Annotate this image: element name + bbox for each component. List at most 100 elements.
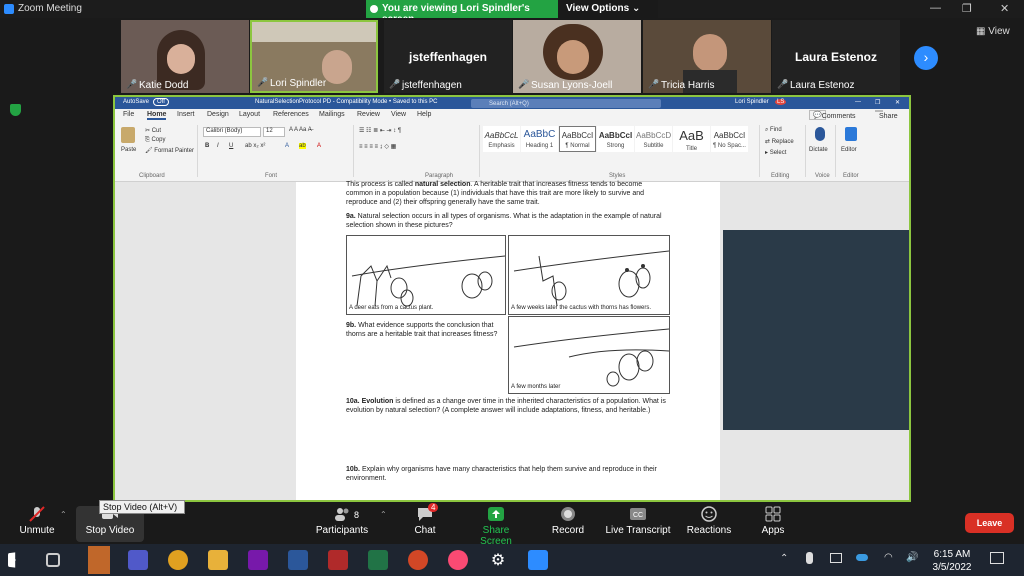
close-icon[interactable]: ✕: [1000, 2, 1009, 15]
paste-button[interactable]: Paste: [121, 147, 136, 153]
grow-shrink-font-icon[interactable]: A A Aa A̶: [289, 127, 312, 133]
itunes-icon[interactable]: [448, 550, 468, 570]
windows-start-icon[interactable]: [8, 552, 16, 568]
microphone-tray-icon[interactable]: [806, 552, 813, 564]
task-view-icon[interactable]: [46, 553, 60, 567]
word-minimize-icon[interactable]: —: [855, 99, 861, 105]
chrome-icon[interactable]: [168, 550, 188, 570]
participant-tile-lori[interactable]: 🎤 Lori Spindler: [250, 20, 378, 93]
style-title[interactable]: AaB Title: [673, 126, 710, 152]
user-avatar[interactable]: LS: [775, 99, 787, 105]
editor-button[interactable]: Editor: [841, 147, 857, 153]
question-9b: 9b. What evidence supports the conclusio…: [346, 321, 506, 339]
dictate-button[interactable]: Dictate: [809, 147, 828, 153]
audio-options-chevron-icon[interactable]: ⌃: [60, 510, 67, 519]
restore-icon[interactable]: ❐: [962, 2, 972, 15]
microphone-icon[interactable]: [815, 127, 825, 141]
tab-mailings[interactable]: Mailings: [319, 111, 345, 118]
clock-time: 6:15 AM: [933, 549, 971, 560]
tab-references[interactable]: References: [273, 111, 309, 118]
font-size-select[interactable]: 12: [263, 127, 285, 137]
zoom-taskbar-icon[interactable]: [528, 550, 548, 570]
speaker-icon[interactable]: 🔊: [906, 552, 918, 563]
settings-gear-icon[interactable]: ⚙: [488, 550, 508, 570]
style-strong[interactable]: AaBbCcI Strong: [597, 126, 634, 152]
apps-button[interactable]: Apps: [758, 506, 788, 536]
tab-review[interactable]: Review: [357, 111, 380, 118]
style-sample: AaBbCcI: [713, 131, 746, 140]
onedrive-icon[interactable]: [856, 554, 868, 561]
underline-button[interactable]: U: [229, 143, 233, 149]
tab-home[interactable]: Home: [147, 111, 167, 120]
battery-icon[interactable]: [830, 553, 842, 563]
align-buttons-icon[interactable]: ≡ ≡ ≡ ≡ ↨ ◇ ▦: [359, 143, 396, 150]
list-buttons-icon[interactable]: ☰ ☷ ≣ ⇤ ⇥ ↕ ¶: [359, 127, 401, 134]
live-transcript-label: Live Transcript: [605, 525, 671, 536]
word-restore-icon[interactable]: ❐: [875, 99, 880, 106]
view-button[interactable]: ▦ View: [976, 26, 1010, 37]
onenote-icon[interactable]: [248, 550, 268, 570]
word-icon[interactable]: [288, 550, 308, 570]
taskbar-clock[interactable]: 6:15 AM 3/5/2022: [926, 548, 978, 574]
unmute-button[interactable]: Unmute: [18, 506, 56, 536]
share-screen-button[interactable]: Share Screen: [466, 506, 526, 547]
italic-button[interactable]: I: [217, 143, 219, 149]
view-options-button[interactable]: View Options ⌄: [566, 3, 640, 14]
text-effects-icon[interactable]: A: [285, 143, 289, 149]
participant-tile-katie[interactable]: 🎤 Katie Dodd: [121, 20, 249, 93]
minimize-icon[interactable]: —: [930, 2, 941, 14]
participant-tile-jsteffenhagen[interactable]: jsteffenhagen 🎤 jsteffenhagen: [384, 20, 512, 93]
reactions-button[interactable]: Reactions: [684, 506, 734, 536]
tab-view[interactable]: View: [391, 111, 406, 118]
highlight-icon[interactable]: ab: [299, 143, 306, 149]
editor-icon[interactable]: [845, 127, 857, 141]
style-normal[interactable]: AaBbCcI ¶ Normal: [559, 126, 596, 152]
style-heading-1[interactable]: AaBbC Heading 1: [521, 126, 558, 152]
style-emphasis[interactable]: AaBbCcL Emphasis: [483, 126, 520, 152]
strikethrough-icon[interactable]: ab x₂ x²: [245, 143, 265, 149]
font-name-select[interactable]: Calibri (Body): [203, 127, 261, 137]
participants-options-chevron-icon[interactable]: ⌃: [380, 510, 387, 519]
show-hidden-icons-chevron-icon[interactable]: ⌃: [780, 553, 788, 564]
file-explorer-icon[interactable]: [208, 550, 228, 570]
participants-button[interactable]: Participants: [314, 506, 370, 536]
tab-file[interactable]: File: [123, 111, 134, 118]
autosave-toggle[interactable]: Off: [153, 98, 169, 106]
tab-layout[interactable]: Layout: [239, 111, 260, 118]
participant-tile-susan[interactable]: 🎤 Susan Lyons-Joell: [513, 20, 641, 93]
bold-term: natural selection: [414, 181, 471, 188]
font-color-icon[interactable]: A: [317, 143, 321, 149]
snipping-tool-icon[interactable]: [328, 550, 348, 570]
find-button[interactable]: ⌕ Find: [765, 127, 782, 134]
teams-icon[interactable]: [128, 550, 148, 570]
tab-help[interactable]: Help: [417, 111, 431, 118]
next-page-icon[interactable]: ›: [914, 46, 938, 70]
security-shield-icon[interactable]: [10, 104, 21, 116]
record-button[interactable]: Record: [550, 506, 586, 536]
wifi-icon[interactable]: ◠: [884, 552, 893, 563]
style-no-spacing[interactable]: AaBbCcI ¶ No Spac...: [711, 126, 748, 152]
leave-button[interactable]: Leave: [965, 513, 1014, 533]
powerpoint-icon[interactable]: [408, 550, 428, 570]
participant-tile-tricia[interactable]: 🎤 Tricia Harris: [643, 20, 771, 93]
excel-icon[interactable]: [368, 550, 388, 570]
live-transcript-button[interactable]: CC Live Transcript: [604, 506, 672, 536]
tab-insert[interactable]: Insert: [177, 111, 195, 118]
comments-button[interactable]: 💬 Comments: [809, 110, 856, 120]
format-painter-button[interactable]: 🖌 Format Painter: [145, 147, 194, 154]
outlook-icon[interactable]: [88, 546, 110, 574]
replace-button[interactable]: ⇄ Replace: [765, 138, 794, 145]
style-subtitle[interactable]: AaBbCcD Subtitle: [635, 126, 672, 152]
copy-button[interactable]: ⎘ Copy: [145, 137, 165, 144]
document-page[interactable]: This process is called natural selection…: [296, 181, 720, 500]
share-button[interactable]: Share: [875, 110, 898, 120]
select-button[interactable]: ▸ Select: [765, 149, 786, 156]
paste-icon[interactable]: [121, 127, 135, 143]
tab-design[interactable]: Design: [207, 111, 229, 118]
word-close-icon[interactable]: ✕: [895, 99, 900, 106]
cut-button[interactable]: ✂ Cut: [145, 127, 161, 134]
word-search-box[interactable]: Search (Alt+Q): [471, 99, 661, 108]
notifications-icon[interactable]: [990, 552, 1004, 564]
participant-tile-laura[interactable]: Laura Estenoz 🎤 Laura Estenoz: [772, 20, 900, 93]
bold-button[interactable]: B: [205, 143, 209, 149]
